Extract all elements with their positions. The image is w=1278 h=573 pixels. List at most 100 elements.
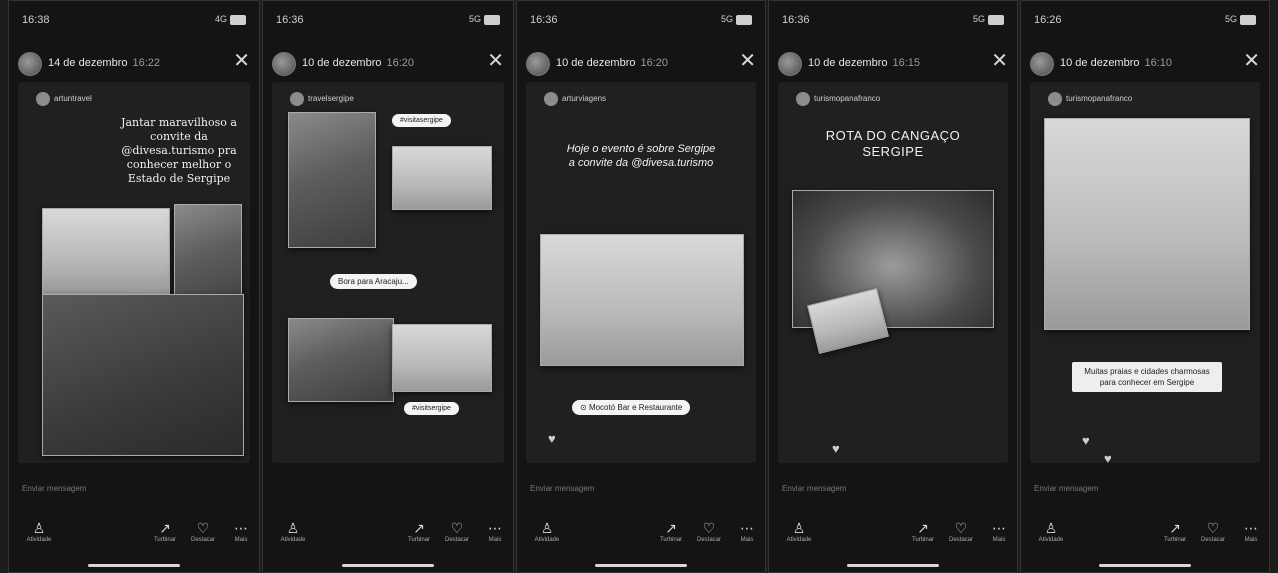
stories-strip: 16:38 4G 14 de dezembro 16:22 ✕ artuntrav… [0,0,1278,573]
story-content[interactable]: turismopanafranco ROTA DO CANGAÇO SERGIP… [778,82,1008,463]
highlight-button[interactable]: ♡ Destacar [440,519,474,543]
mention-handle[interactable]: turismopanafranco [1048,92,1132,106]
close-icon[interactable]: ✕ [739,51,756,71]
more-button[interactable]: ⋯ Mais [1234,519,1268,543]
heart-icon: ♥ [832,441,840,456]
reply-field[interactable]: Enviar mensagem [530,484,594,493]
story-textbox: Muitas praias e cidades charmosas para c… [1072,362,1222,392]
network-type: 5G [972,14,985,24]
highlight-button[interactable]: ♡ Destacar [944,519,978,543]
heart-circle-icon: ♡ [450,520,464,536]
activity-button[interactable]: ♙ Atividade [530,519,564,543]
boost-button[interactable]: ↗ Turbinar [654,519,688,543]
photo-collage-2 [392,146,492,210]
story-hour: 16:20 [640,57,669,69]
mention-handle-text: artuntravel [54,94,92,104]
home-indicator [88,564,180,567]
network-type: 5G [720,14,733,24]
story-panel-1: 16:38 4G 14 de dezembro 16:22 ✕ artuntrav… [8,0,260,573]
mention-avatar [36,92,50,106]
mention-handle[interactable]: travelsergipe [290,92,354,106]
battery-icon [230,14,246,25]
more-button[interactable]: ⋯ Mais [478,519,512,543]
reply-field[interactable]: Enviar mensagem [22,484,86,493]
mention-handle[interactable]: turismopanafranco [796,92,880,106]
status-bar: 16:36 5G [782,14,1004,30]
story-hour: 16:22 [132,57,161,69]
home-indicator [1099,564,1191,567]
close-icon[interactable]: ✕ [991,51,1008,71]
activity-button[interactable]: ♙ Atividade [782,519,816,543]
avatar[interactable] [1030,52,1054,76]
more-label: Mais [488,537,502,543]
battery-icon [1240,14,1256,25]
story-content[interactable]: turismopanafranco Muitas praias e cidade… [1030,82,1260,463]
more-label: Mais [234,537,248,543]
story-hour: 16:15 [892,57,921,69]
battery-icon [988,14,1004,25]
status-time: 16:26 [1034,14,1062,26]
avatar[interactable] [526,52,550,76]
person-icon: ♙ [286,520,300,536]
mention-handle-text: turismopanafranco [814,94,881,104]
close-icon[interactable]: ✕ [233,51,250,71]
more-button[interactable]: ⋯ Mais [982,519,1016,543]
story-header: 10 de dezembro 16:20 ✕ [272,50,504,76]
boost-label: Turbinar [659,537,683,543]
close-icon[interactable]: ✕ [1243,51,1260,71]
trend-arrow-icon: ↗ [917,520,929,536]
more-label: Mais [1244,537,1258,543]
highlight-button[interactable]: ♡ Destacar [186,519,220,543]
text-sticker[interactable]: Bora para Aracaju... [330,274,417,289]
mention-handle[interactable]: arturviagens [544,92,606,106]
boost-button[interactable]: ↗ Turbinar [906,519,940,543]
signal-indicator: 5G [973,14,1004,25]
trend-arrow-icon: ↗ [1169,520,1181,536]
activity-button[interactable]: ♙ Atividade [276,519,310,543]
story-content[interactable]: arturviagens Hoje o evento é sobre Sergi… [526,82,756,463]
more-button[interactable]: ⋯ Mais [730,519,764,543]
avatar[interactable] [778,52,802,76]
story-date-text: 10 de dezembro [808,57,888,69]
boost-label: Turbinar [153,537,177,543]
activity-button[interactable]: ♙ Atividade [1034,519,1068,543]
boost-button[interactable]: ↗ Turbinar [402,519,436,543]
network-type: 4G [214,14,227,24]
highlight-button[interactable]: ♡ Destacar [692,519,726,543]
bottom-actions: ♙ Atividade ↗ Turbinar ♡ Destacar ⋯ Mais [276,519,506,551]
heart-circle-icon: ♡ [1206,520,1220,536]
activity-button[interactable]: ♙ Atividade [22,519,56,543]
activity-label: Atividade [534,537,560,543]
story-date: 10 de dezembro 16:20 [556,57,668,69]
home-indicator [342,564,434,567]
avatar[interactable] [18,52,42,76]
story-date: 14 de dezembro 16:22 [48,57,160,69]
close-icon[interactable]: ✕ [487,51,504,71]
highlight-button[interactable]: ♡ Destacar [1196,519,1230,543]
location-sticker[interactable]: ⊙ Mocotó Bar e Restaurante [572,400,691,415]
reply-field[interactable]: Enviar mensagem [1034,484,1098,493]
more-button[interactable]: ⋯ Mais [224,519,258,543]
hashtag-sticker-small[interactable]: #visitsergipe [404,402,459,415]
boost-button[interactable]: ↗ Turbinar [148,519,182,543]
bottom-actions: ♙ Atividade ↗ Turbinar ♡ Destacar ⋯ Mais [1034,519,1262,551]
story-content[interactable]: artuntravel Jantar maravilhoso a convite… [18,82,250,463]
hashtag-sticker[interactable]: #visitasergipe [392,114,451,127]
trend-arrow-icon: ↗ [159,520,171,536]
status-time: 16:36 [530,14,558,26]
person-icon: ♙ [792,520,806,536]
avatar[interactable] [272,52,296,76]
status-time: 16:38 [22,14,50,26]
more-dots-icon: ⋯ [488,520,502,536]
heart-circle-icon: ♡ [954,520,968,536]
heart-icon: ♥ [548,431,556,446]
photo-event [540,234,744,366]
more-label: Mais [740,537,754,543]
status-bar: 16:38 4G [22,14,246,30]
story-content[interactable]: travelsergipe #visitasergipe Bora para A… [272,82,504,463]
highlight-label: Destacar [1200,537,1225,543]
mention-handle[interactable]: artuntravel [36,92,92,106]
reply-field[interactable]: Enviar mensagem [782,484,846,493]
photo-collage-3 [288,318,394,402]
boost-button[interactable]: ↗ Turbinar [1158,519,1192,543]
